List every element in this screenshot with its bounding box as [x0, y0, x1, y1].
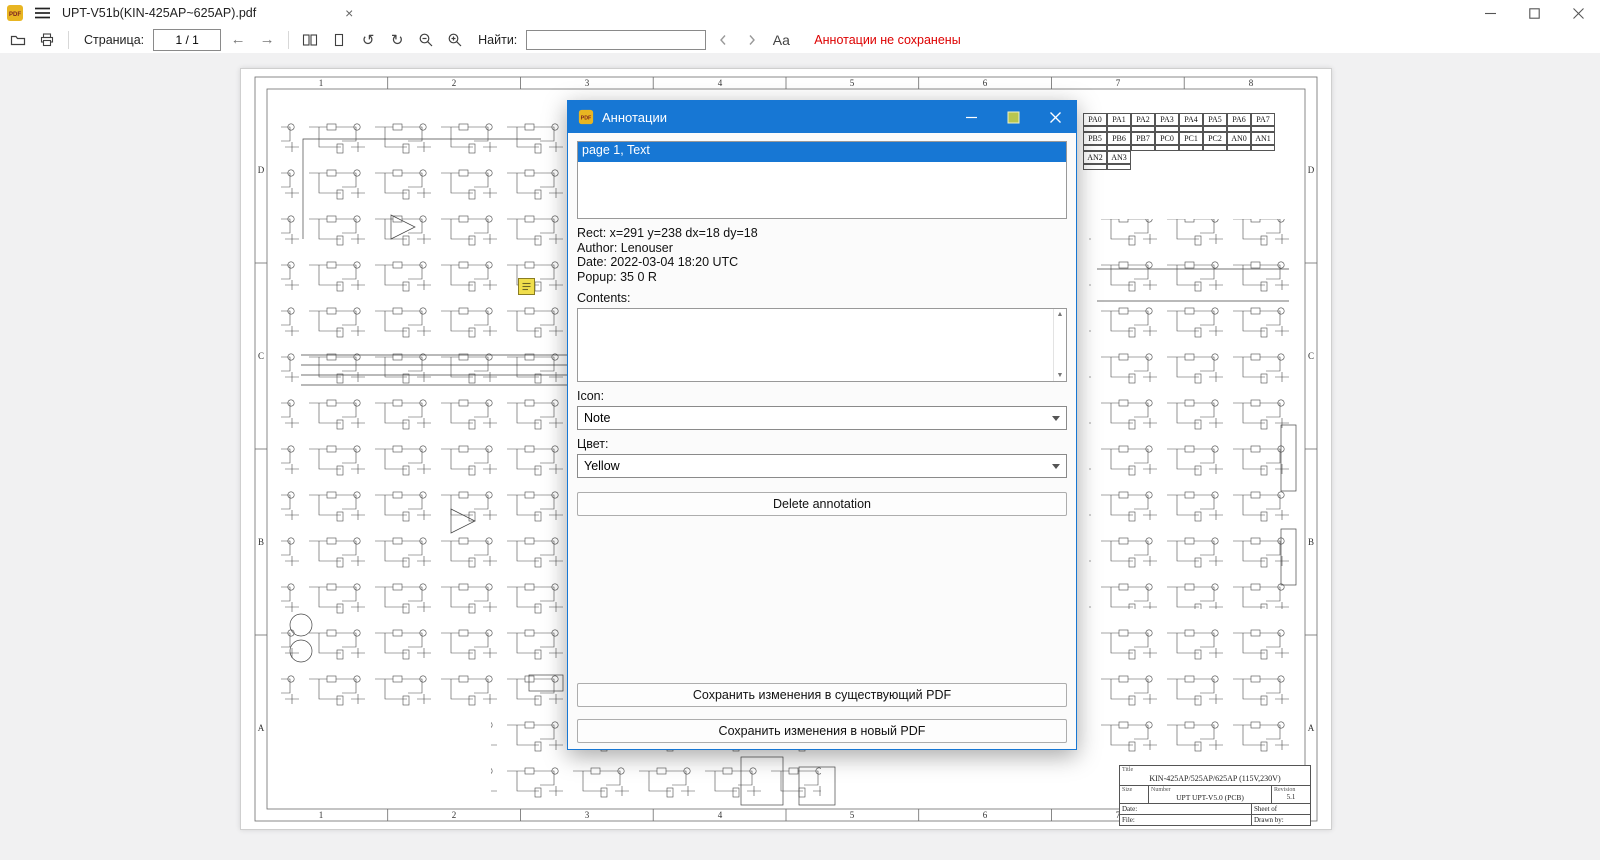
annotation-popup: Popup: 35 0 R: [577, 270, 1067, 285]
rotate-ccw-icon[interactable]: ↺: [356, 29, 380, 51]
next-page-icon[interactable]: →: [255, 29, 279, 51]
toolbar: Страница: ← → ↺ ↻ Найти: Aa Аннотации не…: [0, 26, 1600, 53]
svg-text:2: 2: [452, 78, 457, 88]
two-page-view-icon[interactable]: [298, 29, 322, 51]
svg-text:7: 7: [1116, 78, 1121, 88]
pdf-logo-icon: PDF: [6, 4, 24, 22]
svg-text:5: 5: [850, 810, 855, 820]
document-title: UPT-V51b(KIN-425AP~625AP).pdf: [62, 6, 256, 20]
zoom-in-icon[interactable]: [443, 29, 467, 51]
contents-textarea[interactable]: ▲ ▼: [577, 308, 1067, 382]
separator: [288, 31, 289, 49]
annotation-info: Rect: x=291 y=238 dx=18 dy=18 Author: Le…: [577, 226, 1067, 284]
annotations-unsaved-warning: Аннотации не сохранены: [814, 33, 960, 47]
text-annotation-icon[interactable]: [518, 278, 535, 295]
svg-text:A: A: [1308, 723, 1315, 733]
annotations-dialog: PDF Аннотации page 1, Text Rect: x=291: [567, 100, 1077, 750]
annotation-author: Author: Lenouser: [577, 241, 1067, 256]
prev-page-icon[interactable]: ←: [226, 29, 250, 51]
page-number-input[interactable]: [153, 29, 221, 51]
svg-text:2: 2: [452, 810, 457, 820]
svg-text:3: 3: [585, 78, 590, 88]
open-file-button[interactable]: [6, 29, 30, 51]
svg-text:5: 5: [850, 78, 855, 88]
scroll-up-icon[interactable]: ▲: [1057, 311, 1064, 318]
svg-text:C: C: [258, 351, 264, 361]
svg-text:1: 1: [319, 810, 324, 820]
annotation-list-item-selected[interactable]: page 1, Text: [578, 142, 1066, 162]
contents-label: Contents:: [577, 291, 1067, 305]
find-prev-icon[interactable]: [711, 29, 735, 51]
icon-label: Icon:: [577, 389, 1067, 403]
svg-text:6: 6: [983, 810, 988, 820]
svg-text:3: 3: [585, 810, 590, 820]
color-select-value: Yellow: [584, 459, 620, 473]
pin-assignment-table: PA0 PA1 PA2 PA3 PA4 PA5 PA6 PA7 PB5 PB6 …: [1083, 113, 1275, 170]
svg-text:B: B: [258, 537, 264, 547]
dialog-minimize-button[interactable]: [950, 101, 992, 133]
separator: [68, 31, 69, 49]
save-existing-pdf-button[interactable]: Сохранить изменения в существующий PDF: [577, 683, 1067, 707]
chevron-down-icon: [1052, 464, 1060, 469]
find-next-icon[interactable]: [740, 29, 764, 51]
rotate-cw-icon[interactable]: ↻: [385, 29, 409, 51]
contents-scrollbar[interactable]: ▲ ▼: [1053, 309, 1066, 381]
icon-select[interactable]: Note: [577, 406, 1067, 430]
document-canvas: 1 2 3 4 5 6 7 8 1 2 3 4 5 6 7 8 D C B A: [0, 53, 1600, 860]
zoom-out-icon[interactable]: [414, 29, 438, 51]
single-page-view-icon[interactable]: [327, 29, 351, 51]
print-button[interactable]: [35, 29, 59, 51]
menu-icon[interactable]: [32, 3, 52, 23]
svg-text:PDF: PDF: [9, 12, 21, 18]
annotation-date: Date: 2022-03-04 18:20 UTC: [577, 255, 1067, 270]
annotation-rect: Rect: x=291 y=238 dx=18 dy=18: [577, 226, 1067, 241]
chevron-down-icon: [1052, 416, 1060, 421]
find-label: Найти:: [478, 33, 517, 47]
color-label: Цвет:: [577, 437, 1067, 451]
svg-text:C: C: [1308, 351, 1314, 361]
dialog-maximize-button[interactable]: [992, 101, 1034, 133]
close-tab-icon[interactable]: ×: [340, 5, 358, 21]
scroll-down-icon[interactable]: ▼: [1057, 372, 1064, 379]
dialog-close-button[interactable]: [1034, 101, 1076, 133]
svg-text:1: 1: [319, 78, 324, 88]
find-input[interactable]: [526, 30, 706, 50]
dialog-titlebar[interactable]: PDF Аннотации: [568, 101, 1076, 133]
annotation-list[interactable]: page 1, Text: [577, 141, 1067, 219]
svg-text:6: 6: [983, 78, 988, 88]
close-button[interactable]: [1556, 0, 1600, 26]
page-label: Страница:: [84, 33, 144, 47]
delete-annotation-button[interactable]: Delete annotation: [577, 492, 1067, 516]
color-select[interactable]: Yellow: [577, 454, 1067, 478]
dialog-title: Аннотации: [602, 110, 667, 125]
svg-text:8: 8: [1249, 78, 1254, 88]
window-titlebar: PDF UPT-V51b(KIN-425AP~625AP).pdf ×: [0, 0, 1600, 26]
svg-text:4: 4: [718, 810, 723, 820]
case-sensitive-toggle[interactable]: Aa: [769, 29, 793, 51]
icon-select-value: Note: [584, 411, 610, 425]
save-new-pdf-button[interactable]: Сохранить изменения в новый PDF: [577, 719, 1067, 743]
svg-text:4: 4: [718, 78, 723, 88]
svg-text:D: D: [1308, 165, 1315, 175]
svg-text:D: D: [258, 165, 265, 175]
svg-text:PDF: PDF: [581, 116, 592, 122]
schematic-title-block: Title KIN-425AP/525AP/625AP (115V,230V) …: [1119, 765, 1311, 826]
maximize-button[interactable]: [1512, 0, 1556, 26]
save-buttons-group: Сохранить изменения в существующий PDF С…: [577, 671, 1067, 743]
pdf-logo-icon: PDF: [578, 109, 594, 125]
minimize-button[interactable]: [1468, 0, 1512, 26]
svg-text:A: A: [258, 723, 265, 733]
svg-text:B: B: [1308, 537, 1314, 547]
